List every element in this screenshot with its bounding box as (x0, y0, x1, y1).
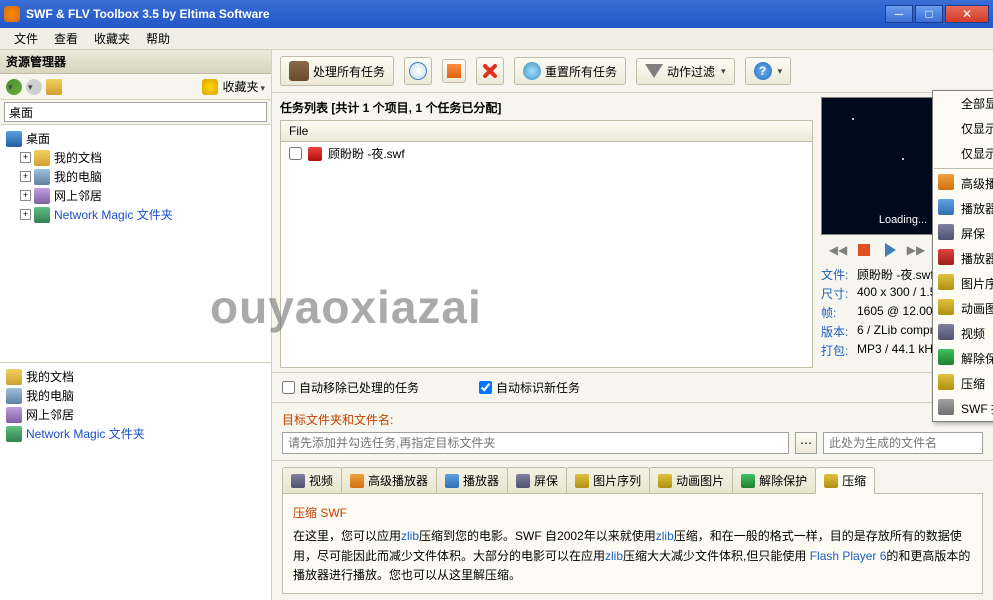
main-area: 处理所有任务 重置所有任务 动作过滤 ? 全部显示 仅显示已分配任务 仅显示未分… (272, 50, 993, 600)
row-checkbox[interactable] (289, 147, 302, 160)
help-button[interactable]: ? (745, 57, 792, 85)
quicklink-item[interactable]: 网上邻居 (6, 405, 265, 424)
tabcontent-body: 在这里，您可以应用zlib压缩到您的电影。SWF 自2002年以来就使用zlib… (293, 527, 972, 585)
menu-view[interactable]: 查看 (46, 28, 86, 49)
menu-help[interactable]: 帮助 (138, 28, 178, 49)
menubar: 文件 查看 收藏夹 帮助 (0, 28, 993, 50)
play-button[interactable] (881, 241, 899, 259)
delete-button[interactable] (476, 57, 504, 85)
menu-favorites[interactable]: 收藏夹 (86, 28, 138, 49)
tasklist-panel: 任务列表 [共计 1 个项目, 1 个任务已分配] File 顾盼盼 -夜.sw… (272, 93, 821, 372)
options-row: 自动移除已处理的任务 自动标识新任务 (272, 372, 993, 402)
filter-unassigned[interactable]: 仅显示未分配任务 (933, 141, 993, 166)
sidebar: 资源管理器 收藏夹 桌面 +我的文档 +我的电脑 +网上邻居 +Network … (0, 50, 272, 600)
target-folder-input[interactable] (282, 432, 789, 454)
tab-compress[interactable]: 压缩 (815, 467, 875, 494)
check-all-button[interactable] (404, 57, 432, 85)
tree-item[interactable]: +Network Magic 文件夹 (6, 205, 265, 224)
app-icon (4, 6, 20, 22)
tab-unprotect[interactable]: 解除保护 (732, 467, 816, 493)
row-filename: 顾盼盼 -夜.swf (328, 145, 405, 162)
rewind-button[interactable]: ◀◀ (829, 241, 847, 259)
favorites-icon (202, 79, 218, 95)
filter-player[interactable]: 播放器 (933, 196, 993, 221)
reset-all-button[interactable]: 重置所有任务 (514, 57, 626, 85)
tree-item[interactable]: +网上邻居 (6, 186, 265, 205)
sidebar-title: 资源管理器 (0, 50, 271, 74)
action-filter-button[interactable]: 动作过滤 (636, 58, 735, 85)
browse-button[interactable]: ⋯ (795, 432, 817, 454)
tree-item[interactable]: +我的电脑 (6, 167, 265, 186)
folder-tree[interactable]: 桌面 +我的文档 +我的电脑 +网上邻居 +Network Magic 文件夹 (0, 125, 271, 363)
filter-adv-player[interactable]: 高级播放器 (933, 171, 993, 196)
filter-show-all[interactable]: 全部显示 (933, 91, 993, 116)
table-row[interactable]: 顾盼盼 -夜.swf (281, 142, 812, 165)
tab-content: 压缩 SWF 在这里，您可以应用zlib压缩到您的电影。SWF 自2002年以来… (282, 493, 983, 594)
quicklink-item[interactable]: Network Magic 文件夹 (6, 424, 265, 443)
swf-icon (308, 147, 322, 161)
filter-screensaver[interactable]: 屏保 (933, 221, 993, 246)
target-section: 目标文件夹和文件名: ⋯ (272, 402, 993, 460)
window-buttons: ─ □ ✕ (885, 5, 989, 23)
tab-adv-player[interactable]: 高级播放器 (341, 467, 437, 493)
forward-button[interactable] (26, 79, 42, 95)
target-filename-input[interactable] (823, 432, 983, 454)
menu-file[interactable]: 文件 (6, 28, 46, 49)
stop-button[interactable] (855, 241, 873, 259)
filter-video[interactable]: 视频 (933, 321, 993, 346)
filter-swf-player[interactable]: SWF 播放器 (933, 396, 993, 421)
filter-unprotect[interactable]: 解除保护 (933, 346, 993, 371)
quick-links: 我的文档 我的电脑 网上邻居 Network Magic 文件夹 (0, 363, 271, 600)
filter-image-seq[interactable]: 图片序列 (933, 271, 993, 296)
tree-root[interactable]: 桌面 (6, 129, 265, 148)
address-input[interactable] (4, 102, 267, 122)
process-all-button[interactable]: 处理所有任务 (280, 56, 394, 86)
ff-button[interactable]: ▶▶ (907, 241, 925, 259)
filter-dropdown-menu: 全部显示 仅显示已分配任务 仅显示未分配任务 高级播放器 播放器 屏保 播放器转… (932, 90, 993, 422)
loading-text: Loading... (879, 214, 927, 226)
quicklink-item[interactable]: 我的文档 (6, 367, 265, 386)
sidebar-toolbar: 收藏夹 (0, 74, 271, 100)
tasklist-table: File 顾盼盼 -夜.swf (280, 120, 813, 368)
close-button[interactable]: ✕ (945, 5, 989, 23)
filter-convert-swf[interactable]: 播放器转换为 SWF (933, 246, 993, 271)
address-bar-row (0, 100, 271, 125)
target-title: 目标文件夹和文件名: (282, 409, 983, 432)
tab-player[interactable]: 播放器 (436, 467, 508, 493)
auto-remove-checkbox[interactable]: 自动移除已处理的任务 (282, 379, 419, 396)
tasklist-column-file[interactable]: File (281, 121, 812, 142)
tab-anim-image[interactable]: 动画图片 (649, 467, 733, 493)
back-button[interactable] (6, 79, 22, 95)
tasklist-header: 任务列表 [共计 1 个项目, 1 个任务已分配] (280, 97, 813, 120)
filter-anim-image[interactable]: 动画图片 (933, 296, 993, 321)
tabcontent-title: 压缩 SWF (293, 502, 972, 527)
quicklink-item[interactable]: 我的电脑 (6, 386, 265, 405)
favorites-dropdown[interactable]: 收藏夹 (222, 78, 265, 95)
filter-compress[interactable]: 压缩 (933, 371, 993, 396)
tab-video[interactable]: 视频 (282, 467, 342, 493)
minimize-button[interactable]: ─ (885, 5, 913, 23)
uncheck-all-button[interactable] (442, 59, 466, 83)
maximize-button[interactable]: □ (915, 5, 943, 23)
auto-mark-checkbox[interactable]: 自动标识新任务 (479, 379, 580, 396)
tab-screensaver[interactable]: 屏保 (507, 467, 567, 493)
filter-assigned[interactable]: 仅显示已分配任务 (933, 116, 993, 141)
main-toolbar: 处理所有任务 重置所有任务 动作过滤 ? 全部显示 仅显示已分配任务 仅显示未分… (272, 50, 993, 93)
window-title: SWF & FLV Toolbox 3.5 by Eltima Software (26, 7, 885, 21)
titlebar: SWF & FLV Toolbox 3.5 by Eltima Software… (0, 0, 993, 28)
up-button[interactable] (46, 79, 62, 95)
tab-image-seq[interactable]: 图片序列 (566, 467, 650, 493)
tree-item[interactable]: +我的文档 (6, 148, 265, 167)
tabs: 视频 高级播放器 播放器 屏保 图片序列 动画图片 解除保护 压缩 (272, 460, 993, 493)
